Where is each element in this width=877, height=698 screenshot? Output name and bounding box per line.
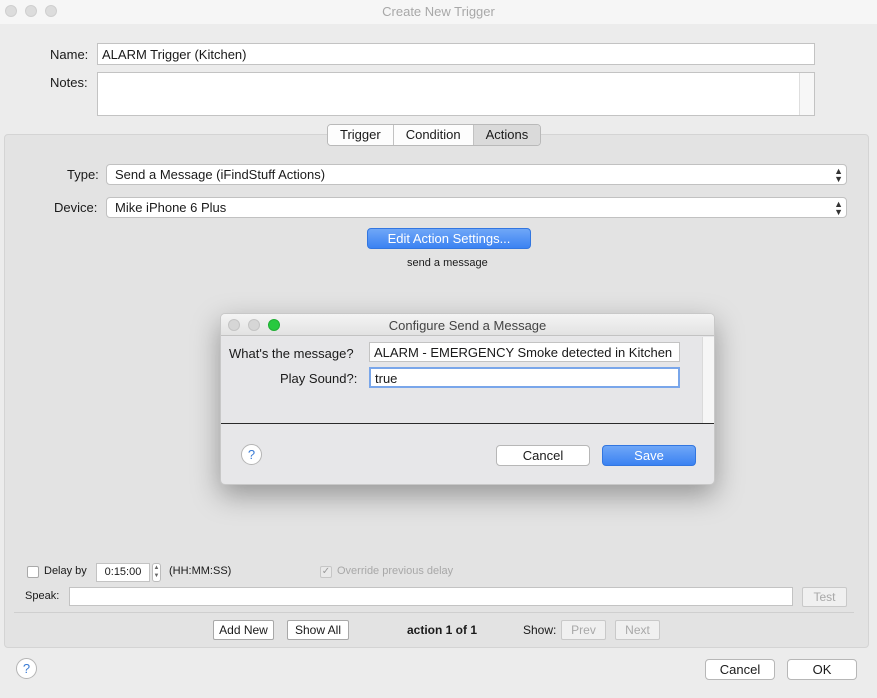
dialog-content: What's the message? ALARM - EMERGENCY Sm… [221,337,714,424]
delay-time-field[interactable]: 0:15:00 [96,563,150,582]
device-popup[interactable]: Mike iPhone 6 Plus ▲ ▼ [106,197,847,218]
dialog-cancel-button[interactable]: Cancel [496,445,590,466]
ok-button[interactable]: OK [787,659,857,680]
cancel-button[interactable]: Cancel [705,659,775,680]
dialog-save-button[interactable]: Save [602,445,696,466]
type-popup-value: Send a Message (iFindStuff Actions) [115,167,326,182]
name-field[interactable]: ALARM Trigger (Kitchen) [97,43,815,65]
show-all-button[interactable]: Show All [287,620,349,640]
device-label: Device: [54,200,98,215]
play-sound-label: Play Sound?: [280,371,358,386]
next-button[interactable]: Next [615,620,660,640]
message-label: What's the message? [229,346,354,361]
type-popup[interactable]: Send a Message (iFindStuff Actions) ▲ ▼ [106,164,847,185]
play-sound-field[interactable]: true [369,367,680,388]
panel-divider [14,612,854,613]
message-field[interactable]: ALARM - EMERGENCY Smoke detected in Kitc… [369,342,680,362]
notes-scrollbar[interactable] [799,73,814,115]
delay-checkbox[interactable] [27,566,39,578]
show-label: Show: [523,623,557,637]
dialog-help-icon[interactable]: ? [241,444,262,465]
notes-field[interactable] [97,72,815,116]
add-new-button[interactable]: Add New [213,620,274,640]
delay-label: Delay by [44,565,87,577]
dialog-titlebar: Configure Send a Message [221,314,714,336]
help-icon[interactable]: ? [16,658,37,679]
delay-format-label: (HH:MM:SS) [169,565,232,577]
edit-action-settings-button[interactable]: Edit Action Settings... [367,228,531,249]
tab-actions[interactable]: Actions [473,125,541,145]
delay-stepper[interactable]: ▲ ▼ [152,563,161,582]
speak-label: Speak: [25,590,60,602]
tab-trigger[interactable]: Trigger [328,125,394,145]
chevron-updown-icon: ▲ ▼ [834,166,843,184]
dialog-title: Configure Send a Message [388,318,547,333]
tab-condition[interactable]: Condition [393,125,474,145]
test-speak-button[interactable]: Test [802,587,847,607]
type-label: Type: [67,167,99,182]
dialog-scrollbar[interactable] [702,337,714,423]
window-title: Create New Trigger [382,4,495,19]
prev-button[interactable]: Prev [561,620,606,640]
configure-message-dialog: Configure Send a Message What's the mess… [220,313,715,485]
chevron-updown-icon: ▲ ▼ [834,199,843,217]
speak-field[interactable] [69,587,793,606]
override-delay-label: Override previous delay [337,565,454,577]
action-counter: action 1 of 1 [407,623,478,637]
tab-bar: Trigger Condition Actions [327,124,542,146]
override-delay-checkbox[interactable]: ✓ [320,566,332,578]
notes-label: Notes: [50,75,88,90]
device-popup-value: Mike iPhone 6 Plus [115,200,227,215]
name-label: Name: [50,47,89,62]
window-titlebar: Create New Trigger [0,0,877,24]
action-description: send a message [407,257,488,269]
